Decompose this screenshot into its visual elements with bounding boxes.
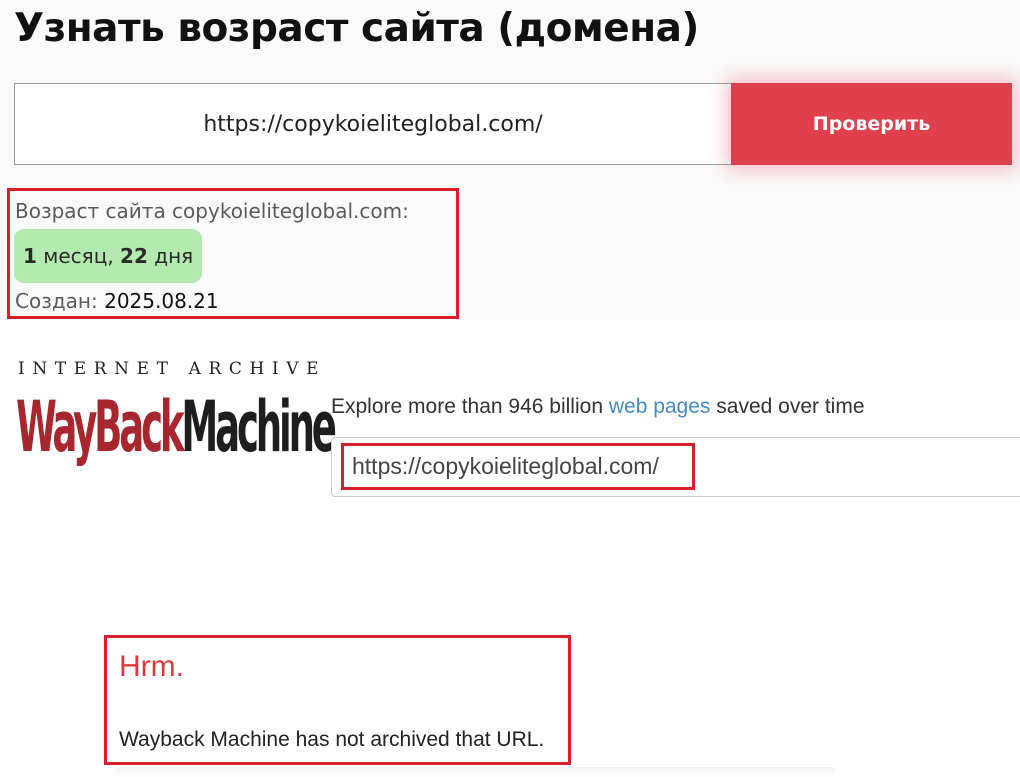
age-months-word: месяц,	[43, 244, 114, 268]
wayback-tagline: Explore more than 946 billion web pages …	[331, 395, 865, 419]
created-line: Создан: 2025.08.21	[15, 289, 219, 313]
age-days-word: дня	[154, 244, 194, 268]
wayback-search-url-highlight[interactable]: https://copykoieliteglobal.com/	[341, 443, 695, 490]
web-pages-link[interactable]: web pages	[609, 395, 711, 418]
created-date: 2025.08.21	[104, 289, 219, 313]
tagline-start: Explore more than 946 billion	[331, 395, 603, 418]
internet-archive-wordmark: INTERNET ARCHIVE	[18, 359, 327, 379]
wayback-machine-logo[interactable]: INTERNET ARCHIVE WayBackMachine	[16, 355, 337, 475]
age-result-label: Возраст сайта copykoieliteglobal.com:	[15, 199, 409, 223]
created-label: Создан:	[15, 289, 98, 313]
wayback-machine-wordmark: WayBackMachine	[16, 385, 337, 469]
machine-word: Machine	[181, 386, 337, 468]
not-archived-notice: Hrm. Wayback Machine has not archived th…	[104, 635, 571, 765]
tagline-end: saved over time	[716, 395, 865, 418]
notice-message: Wayback Machine has not archived that UR…	[119, 728, 545, 751]
domain-age-checker: Узнать возраст сайта (домена) Проверить …	[0, 0, 1020, 320]
url-input[interactable]	[14, 83, 732, 165]
age-result-highlight: Возраст сайта copykoieliteglobal.com: 1 …	[7, 188, 459, 319]
check-button[interactable]: Проверить	[731, 83, 1012, 165]
age-days: 22	[120, 244, 148, 268]
divider-shadow	[115, 767, 835, 777]
page-title: Узнать возраст сайта (домена)	[14, 6, 699, 51]
notice-title: Hrm.	[119, 650, 184, 683]
age-badge: 1 месяц, 22 дня	[14, 229, 203, 283]
age-months: 1	[23, 244, 37, 268]
wayback-word: WayBack	[16, 386, 185, 468]
